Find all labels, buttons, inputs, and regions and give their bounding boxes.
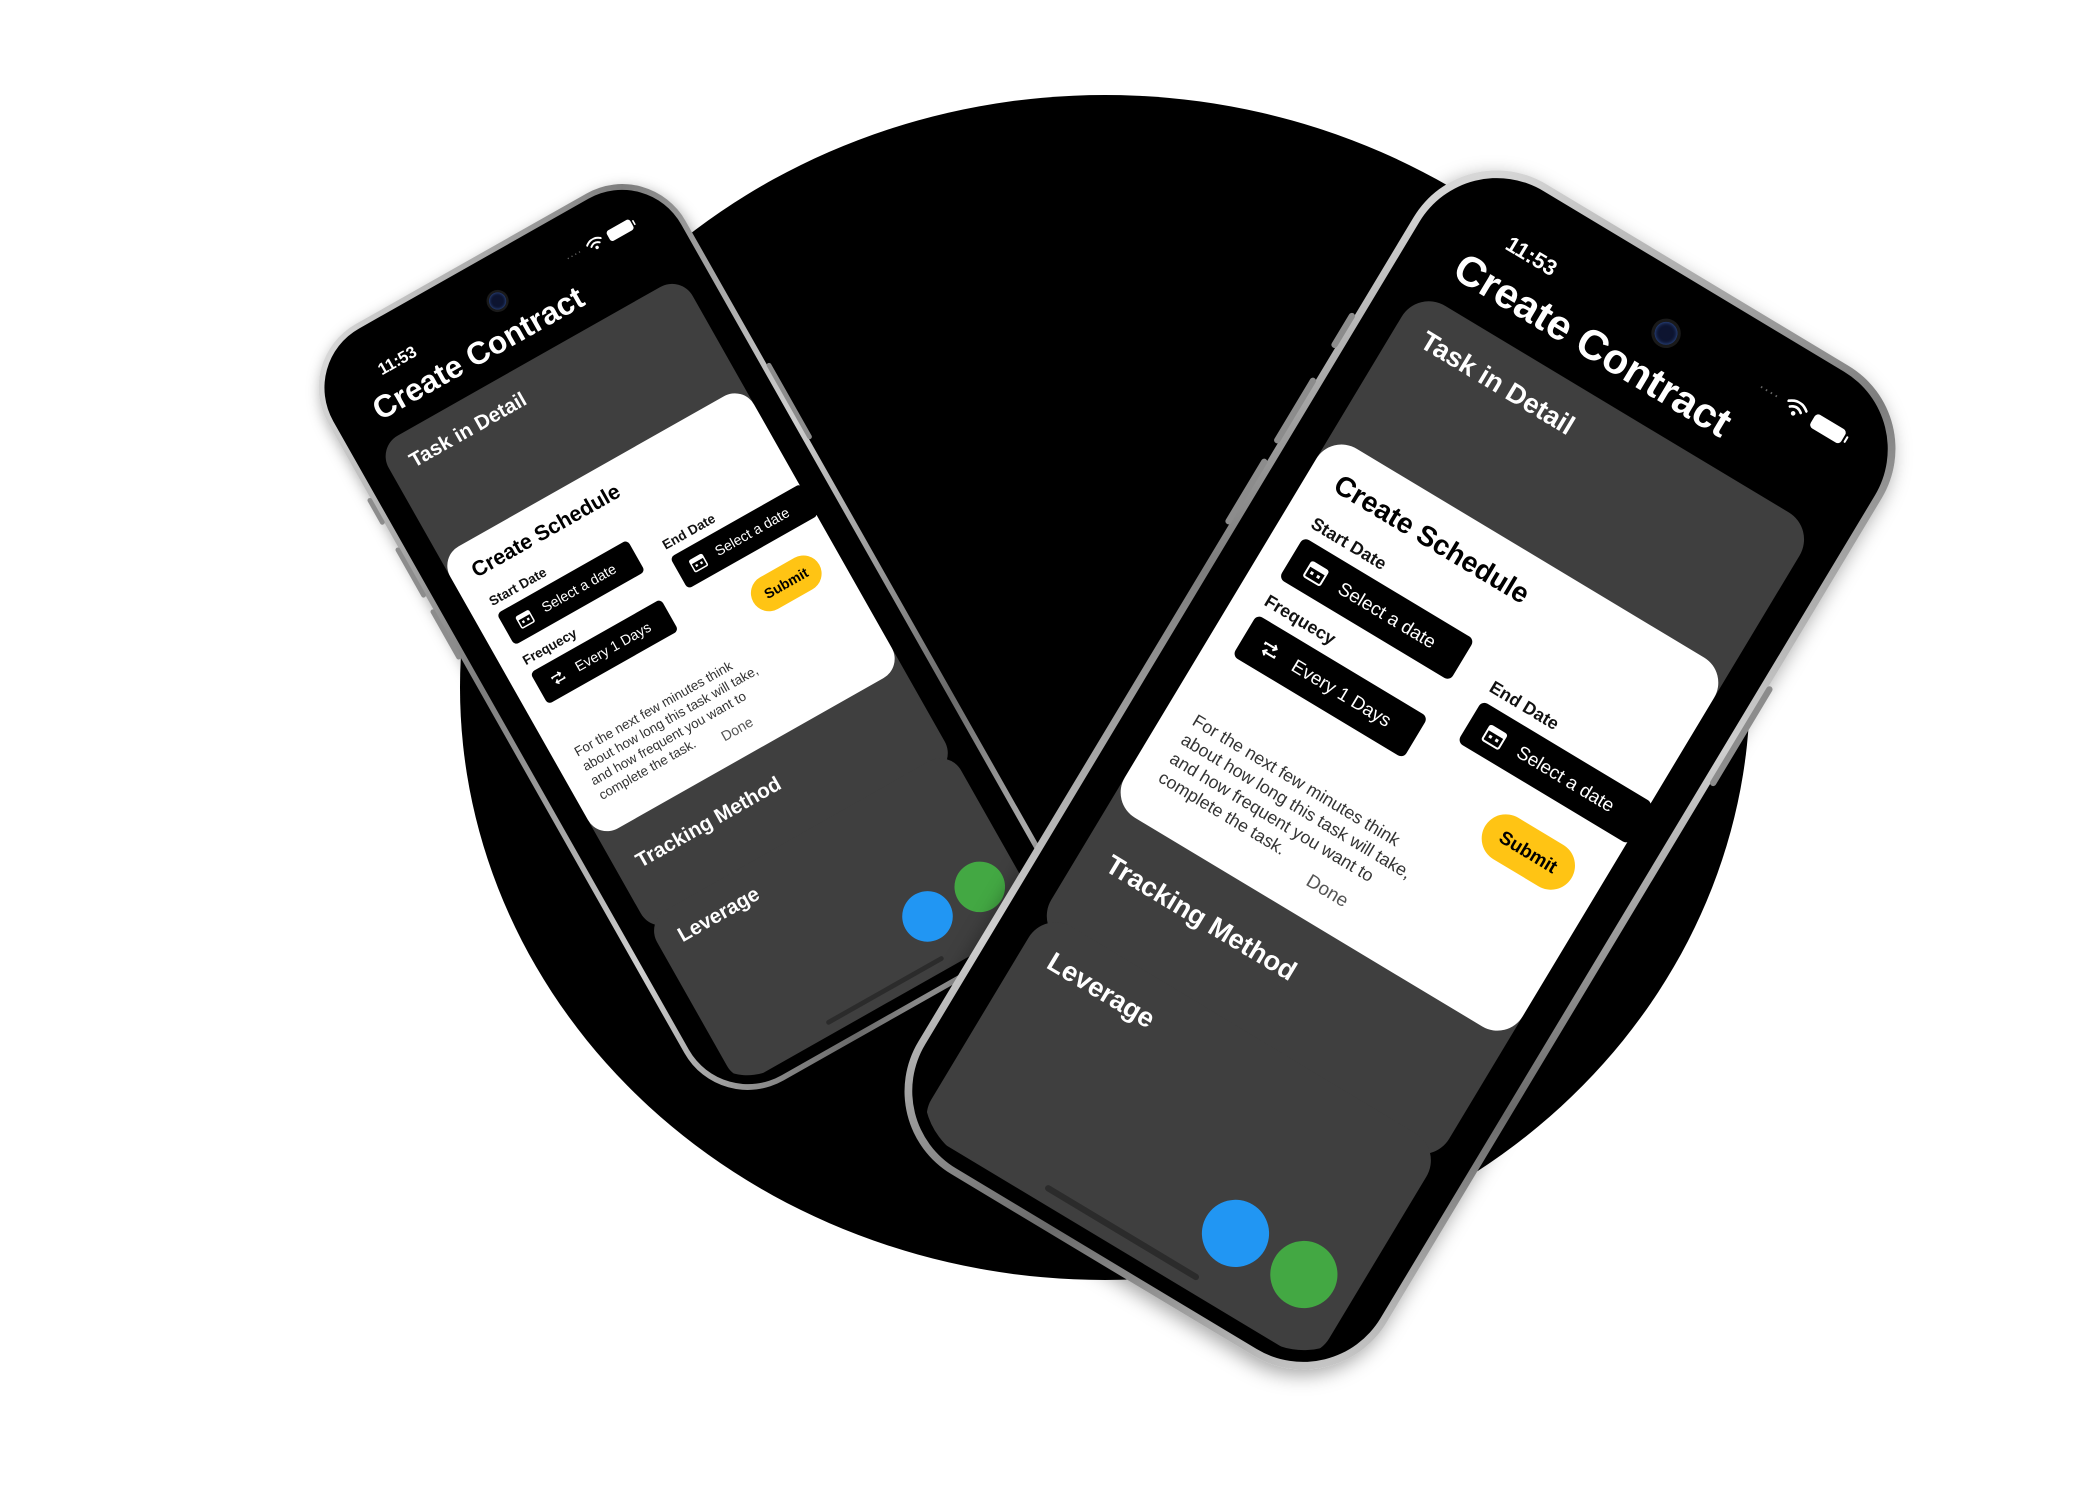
battery-icon <box>605 218 635 242</box>
repeat-icon <box>1255 636 1284 665</box>
status-icons: ···· <box>564 218 635 265</box>
wifi-icon <box>584 234 605 254</box>
submit-button[interactable]: Submit <box>744 548 829 618</box>
battery-icon <box>1808 412 1848 445</box>
wifi-icon <box>1782 396 1810 422</box>
repeat-icon <box>548 667 570 689</box>
frequency-value: Every 1 Days <box>572 618 654 675</box>
start-date-value: Select a date <box>538 560 619 616</box>
calendar-icon <box>687 552 709 574</box>
end-date-value: Select a date <box>711 504 792 559</box>
submit-button[interactable]: Submit <box>1472 805 1584 899</box>
start-date-value: Select a date <box>1334 577 1441 653</box>
calendar-icon <box>1481 722 1510 751</box>
calendar-icon <box>1302 558 1331 587</box>
status-icons: ···· <box>1755 380 1848 445</box>
end-date-value: Select a date <box>1513 740 1619 816</box>
frequency-value: Every 1 Days <box>1288 654 1396 731</box>
showcase-canvas: 11:53 ···· Create Contract Task in Detai… <box>0 0 2100 1500</box>
signal-icon: ···· <box>563 245 586 266</box>
calendar-icon <box>514 608 536 630</box>
signal-icon: ···· <box>1754 379 1784 406</box>
